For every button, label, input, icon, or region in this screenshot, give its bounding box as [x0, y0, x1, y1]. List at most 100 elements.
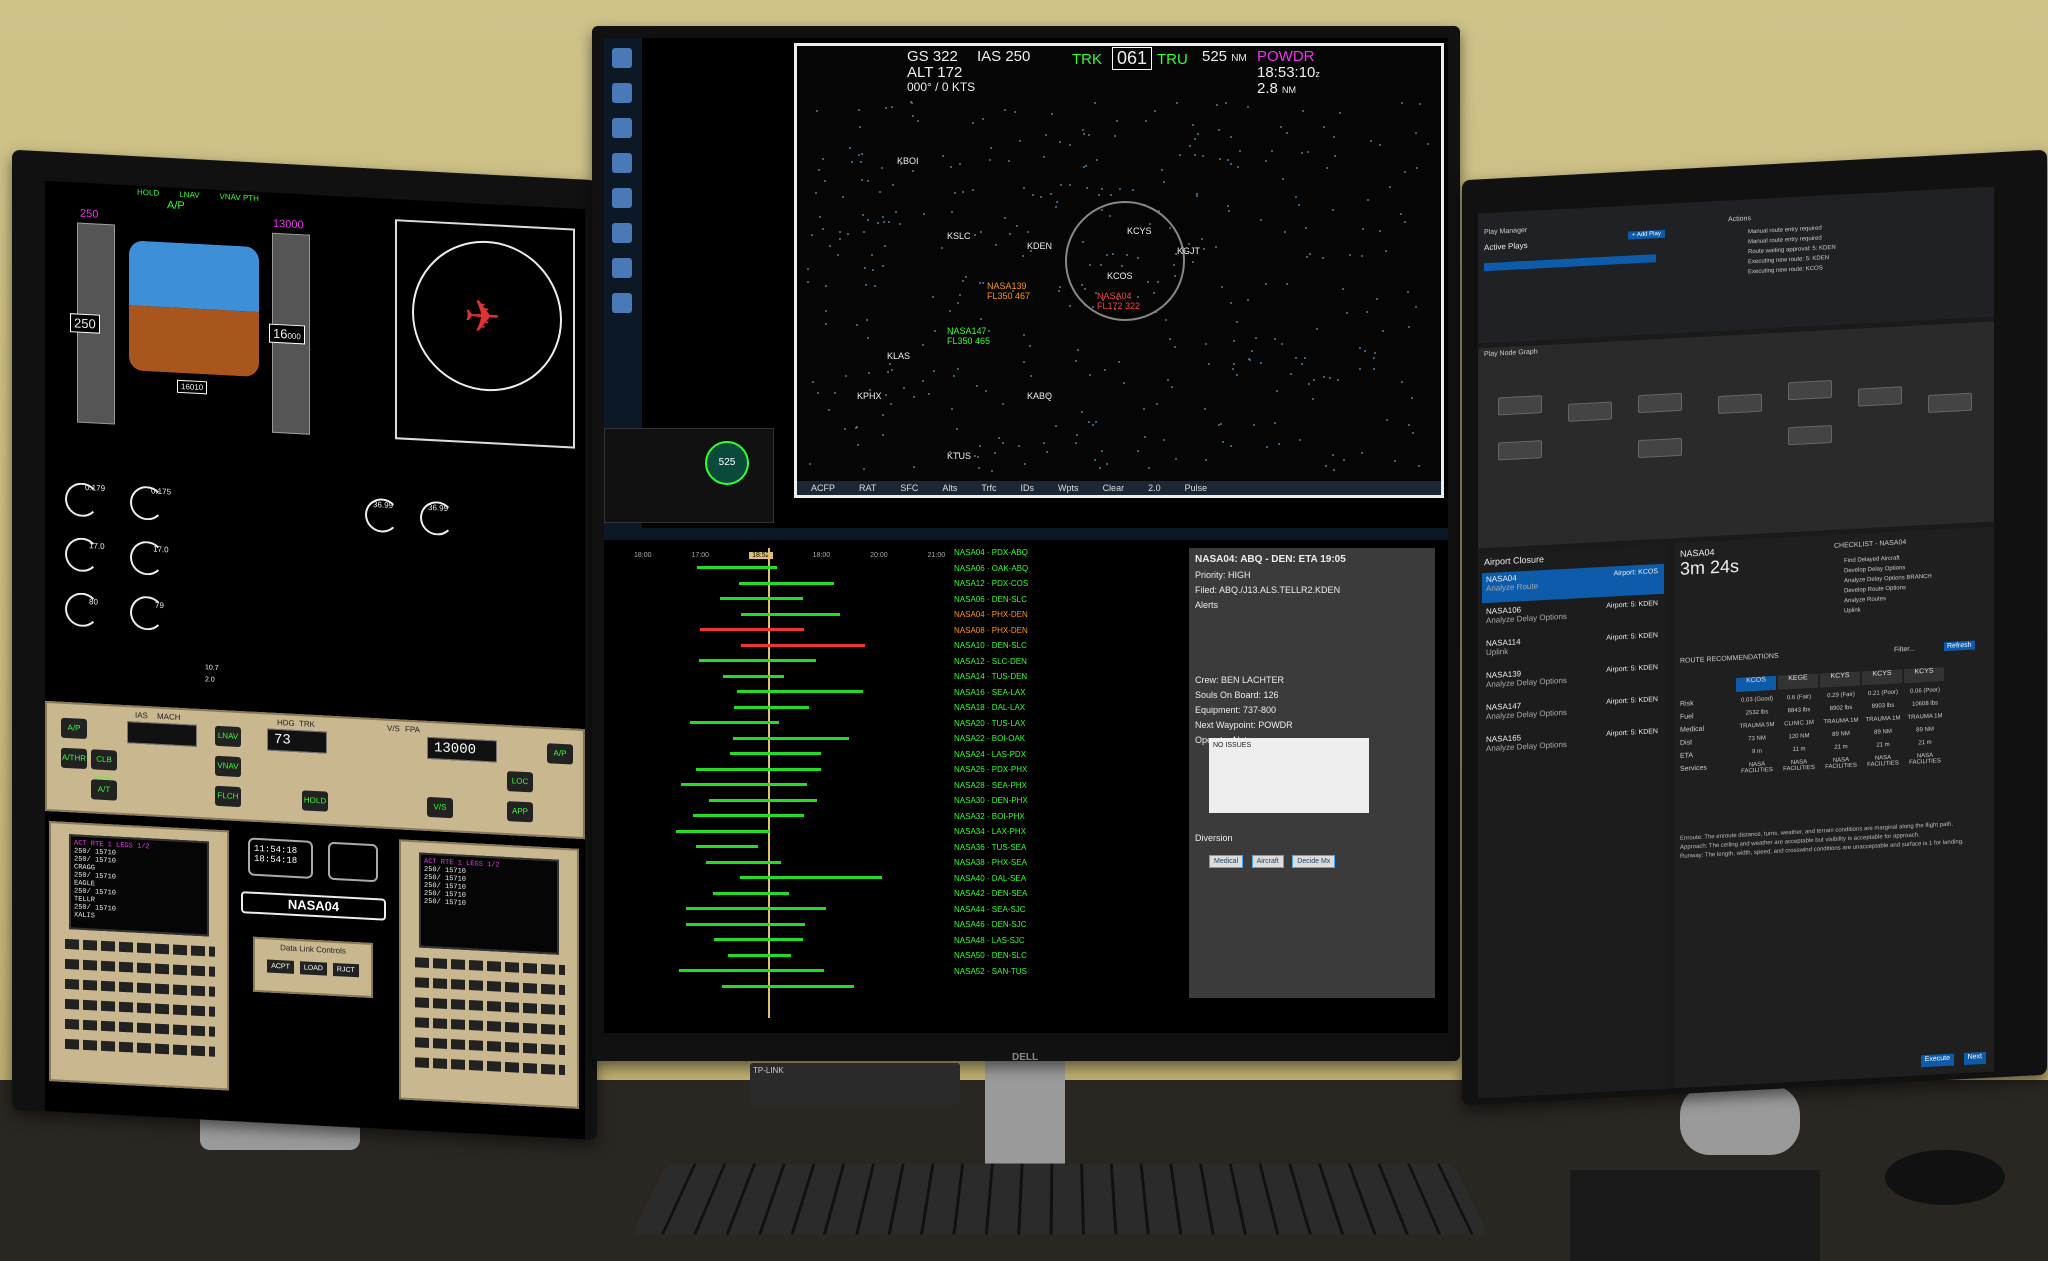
- ap-right-button[interactable]: A/P: [547, 743, 573, 765]
- timeline-bar[interactable]: [675, 829, 770, 833]
- detail-souls[interactable]: Souls On Board: 126: [1195, 690, 1429, 700]
- timeline-bar[interactable]: [705, 860, 782, 864]
- timeline-bar[interactable]: [693, 814, 805, 817]
- timeline-bar[interactable]: [739, 581, 834, 585]
- folder-icon[interactable]: [612, 223, 632, 243]
- toolbar-item[interactable]: Trfc: [981, 483, 996, 493]
- at-button[interactable]: A/T: [91, 779, 117, 801]
- graph-node[interactable]: [1858, 386, 1902, 407]
- flight-row[interactable]: NASA12 · PDX-COS: [954, 579, 1049, 595]
- cdu-key-row[interactable]: [65, 998, 215, 1017]
- traffic-map[interactable]: GS 322 IAS 250 ALT 172 000° / 0 KTS TRK …: [794, 43, 1444, 498]
- timeline-bar[interactable]: [740, 643, 866, 647]
- timeline-bar[interactable]: [721, 984, 854, 988]
- toolbar-item[interactable]: Clear: [1103, 483, 1125, 493]
- timeline-bar[interactable]: [732, 736, 849, 740]
- clb-con-button[interactable]: CLB CON: [91, 749, 117, 784]
- cdu-key-row[interactable]: [415, 977, 565, 996]
- timeline-bar[interactable]: [722, 674, 785, 678]
- flight-row[interactable]: NASA38 · PHX-SEA: [954, 858, 1049, 874]
- cdu-key-row[interactable]: [415, 957, 565, 976]
- flight-row[interactable]: NASA50 · DEN-SLC: [954, 951, 1049, 967]
- app-button[interactable]: APP: [507, 801, 533, 823]
- flight-row[interactable]: NASA04 · PDX-ABQ: [954, 548, 1049, 564]
- timeline-bar[interactable]: [734, 705, 810, 709]
- timeline-bar[interactable]: [690, 721, 780, 724]
- timeline-bar[interactable]: [686, 907, 826, 910]
- timeline-bar[interactable]: [697, 566, 777, 569]
- timeline-bar[interactable]: [696, 767, 822, 771]
- aircraft-tag[interactable]: NASA147 FL350 465: [947, 326, 990, 346]
- load-button[interactable]: LOAD: [299, 961, 327, 976]
- route-column[interactable]: KCYS: [1904, 667, 1944, 684]
- cdu-key-row[interactable]: [65, 938, 215, 957]
- flight-row[interactable]: NASA34 · LAX-PHX: [954, 827, 1049, 843]
- timeline-bar[interactable]: [712, 891, 790, 895]
- timeline-bar[interactable]: [739, 876, 882, 879]
- cdu-key-row[interactable]: [65, 1038, 215, 1057]
- folder-icon[interactable]: [612, 188, 632, 208]
- timeline-bar[interactable]: [678, 969, 824, 972]
- aircraft-tag[interactable]: NASA04 FL172 322: [1097, 291, 1140, 311]
- flight-row[interactable]: NASA06 · DEN-SLC: [954, 595, 1049, 611]
- timeline-bar[interactable]: [681, 783, 807, 786]
- loc-button[interactable]: LOC: [507, 771, 533, 793]
- cdu-key-row[interactable]: [415, 1017, 565, 1036]
- globe-icon[interactable]: [612, 258, 632, 278]
- app-icon[interactable]: [612, 118, 632, 138]
- flight-row[interactable]: NASA28 · SEA-PHX: [954, 781, 1049, 797]
- route-column[interactable]: KEGE: [1778, 673, 1818, 690]
- aircraft-tag[interactable]: NASA139 FL350 467: [987, 281, 1030, 301]
- cdu-key-row[interactable]: [65, 1018, 215, 1037]
- timeline-bar[interactable]: [700, 628, 804, 631]
- toolbar-item[interactable]: Alts: [942, 483, 957, 493]
- timeline-bar[interactable]: [730, 752, 822, 755]
- graph-node[interactable]: [1928, 392, 1972, 413]
- cdu-key-row[interactable]: [415, 997, 565, 1016]
- toolbar-item[interactable]: SFC: [900, 483, 918, 493]
- vs-button[interactable]: V/S: [427, 796, 453, 819]
- flight-row[interactable]: NASA24 · LAS-PDX: [954, 750, 1049, 766]
- timeline-bar[interactable]: [720, 597, 803, 600]
- accept-button[interactable]: ACPT: [267, 959, 294, 974]
- flight-row[interactable]: NASA08 · PHX-DEN: [954, 626, 1049, 642]
- toolbar-item[interactable]: ACFP: [811, 483, 835, 493]
- flight-row[interactable]: NASA14 · TUS-DEN: [954, 672, 1049, 688]
- timeline-bar[interactable]: [741, 612, 841, 616]
- app-icon[interactable]: [612, 153, 632, 173]
- active-play-row[interactable]: [1484, 254, 1656, 272]
- play-node-graph[interactable]: Play Node Graph: [1478, 321, 1994, 549]
- flight-row[interactable]: NASA40 · DAL-SEA: [954, 874, 1049, 890]
- toolbar-item[interactable]: IDs: [1021, 483, 1035, 493]
- flight-row[interactable]: NASA32 · BOI-PHX: [954, 812, 1049, 828]
- graph-node[interactable]: [1788, 379, 1832, 401]
- medical-button[interactable]: Medical: [1209, 855, 1244, 868]
- timeline-bar[interactable]: [713, 938, 804, 941]
- add-play-button[interactable]: + Add Play: [1628, 229, 1665, 240]
- flight-row[interactable]: NASA42 · DEN-SEA: [954, 889, 1049, 905]
- graph-node[interactable]: [1638, 392, 1682, 414]
- flight-row[interactable]: NASA30 · DEN-PHX: [954, 796, 1049, 812]
- flight-row[interactable]: NASA44 · SEA-SJC: [954, 905, 1049, 921]
- route-column[interactable]: KCYS: [1862, 669, 1902, 686]
- aircraft-button[interactable]: Aircraft: [1251, 855, 1284, 868]
- hold-button[interactable]: HOLD: [302, 790, 328, 812]
- flight-row[interactable]: NASA20 · TUS-LAX: [954, 719, 1049, 735]
- recycle-bin-icon[interactable]: [612, 83, 632, 103]
- cdu-key-row[interactable]: [415, 1037, 565, 1056]
- windows-icon[interactable]: [612, 293, 632, 313]
- toolbar-item[interactable]: Wpts: [1058, 483, 1079, 493]
- toolbar-item[interactable]: Pulse: [1185, 483, 1208, 493]
- operator-notes-field[interactable]: NO ISSUES: [1209, 738, 1369, 813]
- cdu-key-row[interactable]: [415, 1057, 565, 1076]
- lnav-button[interactable]: LNAV: [215, 725, 241, 748]
- timeline-bar[interactable]: [728, 953, 791, 957]
- flight-row[interactable]: NASA18 · DAL-LAX: [954, 703, 1049, 719]
- timeline-bar[interactable]: [699, 659, 817, 662]
- detail-equipment[interactable]: Equipment: 737-800: [1195, 705, 1429, 715]
- timeline-bar[interactable]: [695, 845, 759, 848]
- cdu-key-row[interactable]: [65, 958, 215, 977]
- graph-node[interactable]: [1788, 424, 1832, 446]
- flight-row[interactable]: NASA04 · PHX-DEN: [954, 610, 1049, 626]
- reject-button[interactable]: RJCT: [332, 962, 359, 978]
